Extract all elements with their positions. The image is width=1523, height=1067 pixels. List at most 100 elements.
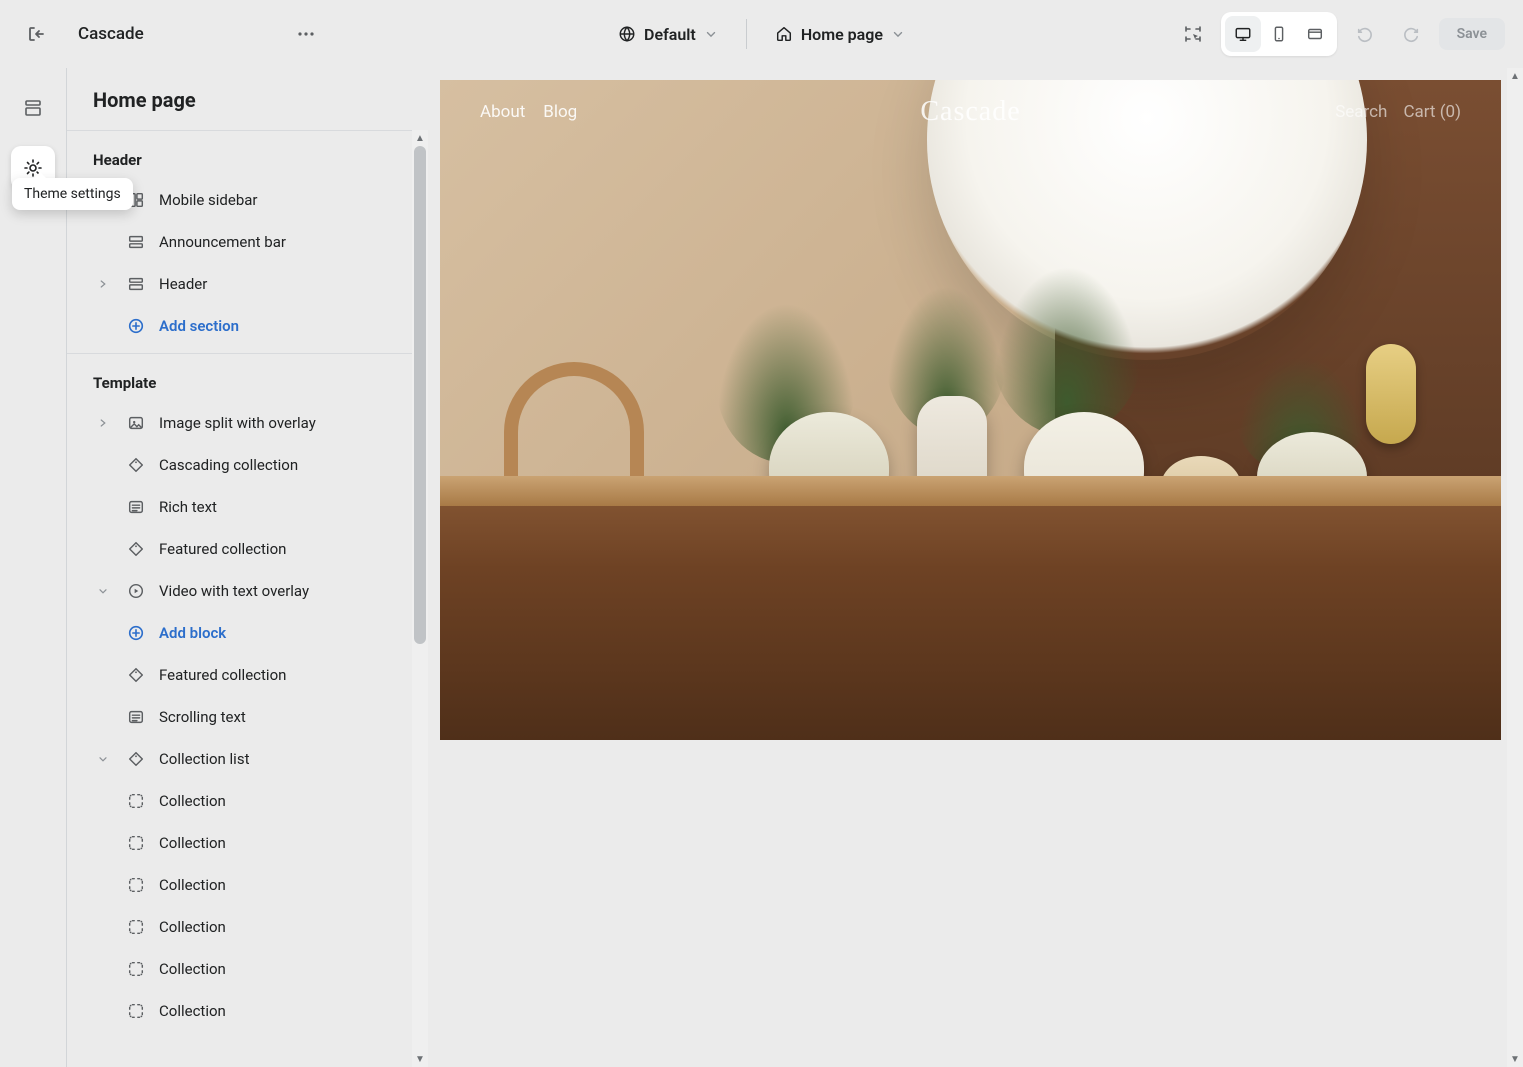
chevron-down-icon[interactable] xyxy=(93,753,113,765)
page-select[interactable]: Home page xyxy=(765,19,915,50)
section-row[interactable]: Featured collection xyxy=(67,654,428,696)
row-label: Announcement bar xyxy=(159,233,286,251)
chevron-down-icon xyxy=(891,27,905,41)
search-link[interactable]: Search xyxy=(1335,102,1387,122)
scroll-up-icon[interactable]: ▲ xyxy=(1507,68,1523,84)
video-icon xyxy=(125,582,147,600)
fullwidth-view-button[interactable] xyxy=(1297,16,1333,52)
nav-link-blog[interactable]: Blog xyxy=(543,102,577,122)
site-header: About Blog Cascade Search Cart (0) xyxy=(440,102,1501,122)
row-label: Featured collection xyxy=(159,540,286,558)
tag-icon xyxy=(125,666,147,684)
row-label: Add block xyxy=(159,624,226,642)
mobile-view-button[interactable] xyxy=(1261,16,1297,52)
nav-link-about[interactable]: About xyxy=(480,102,525,122)
left-rail: Theme settings xyxy=(0,68,66,1067)
preview-pane: About Blog Cascade Search Cart (0) ▲ ▼ xyxy=(428,68,1523,1067)
row-label: Rich text xyxy=(159,498,217,516)
topbar-center: Default Home page xyxy=(514,19,1010,50)
section-row[interactable]: Featured collection xyxy=(67,528,428,570)
block-icon xyxy=(125,918,147,936)
block-icon xyxy=(125,1002,147,1020)
section-row[interactable]: Video with text overlay xyxy=(67,570,428,612)
text-icon xyxy=(125,498,147,516)
section-row[interactable]: Collection xyxy=(67,780,428,822)
row-label: Scrolling text xyxy=(159,708,246,726)
topbar: Cascade Default Home page xyxy=(0,0,1523,68)
section-row[interactable]: Cascading collection xyxy=(67,444,428,486)
block-icon xyxy=(125,960,147,978)
site-nav: About Blog xyxy=(480,102,577,122)
section-row[interactable]: Collection xyxy=(67,948,428,990)
topbar-right: Save xyxy=(1009,12,1505,56)
site-right: Search Cart (0) xyxy=(1335,102,1461,122)
cart-link[interactable]: Cart (0) xyxy=(1403,102,1461,122)
table-illustration xyxy=(440,476,1501,740)
globe-icon xyxy=(618,25,636,43)
chevron-down-icon xyxy=(704,27,718,41)
section-row[interactable]: Scrolling text xyxy=(67,696,428,738)
inspector-icon[interactable] xyxy=(1175,16,1211,52)
row-label: Collection xyxy=(159,960,226,978)
home-icon xyxy=(775,25,793,43)
chevron-right-icon[interactable] xyxy=(93,417,113,429)
chevron-down-icon[interactable] xyxy=(93,585,113,597)
scroll-thumb[interactable] xyxy=(414,146,426,644)
chevron-right-icon[interactable] xyxy=(93,278,113,290)
block-icon xyxy=(125,792,147,810)
sidebar-group: TemplateImage split with overlay Cascadin… xyxy=(67,353,428,1038)
hero-image xyxy=(440,80,1501,740)
topbar-left: Cascade xyxy=(18,16,514,52)
locale-label: Default xyxy=(644,25,696,44)
row-label: Featured collection xyxy=(159,666,286,684)
row-label: Collection xyxy=(159,918,226,936)
section-row[interactable]: Image split with overlay xyxy=(67,402,428,444)
desktop-view-button[interactable] xyxy=(1225,16,1261,52)
sidebar-body: HeaderMobile sidebarAnnouncement barHead… xyxy=(67,130,428,1067)
header-icon xyxy=(125,275,147,293)
section-row[interactable]: Collection xyxy=(67,864,428,906)
locale-select[interactable]: Default xyxy=(608,19,728,50)
tag-icon xyxy=(125,456,147,474)
row-label: Mobile sidebar xyxy=(159,191,258,209)
divider xyxy=(746,19,747,49)
row-label: Collection xyxy=(159,1002,226,1020)
section-row[interactable]: Collection xyxy=(67,906,428,948)
preview-canvas[interactable]: About Blog Cascade Search Cart (0) xyxy=(440,80,1501,740)
sidebar-scrollbar[interactable]: ▲ ▼ xyxy=(412,130,428,1067)
plus-circle-icon xyxy=(125,624,147,642)
row-label: Video with text overlay xyxy=(159,582,309,600)
tag-icon xyxy=(125,750,147,768)
theme-settings-tooltip: Theme settings xyxy=(12,178,133,210)
section-row[interactable]: Announcement bar xyxy=(67,221,428,263)
sidebar-group: HeaderMobile sidebarAnnouncement barHead… xyxy=(67,130,428,353)
scroll-down-icon[interactable]: ▼ xyxy=(412,1051,428,1067)
sections-tab-icon[interactable] xyxy=(11,86,55,130)
save-button[interactable]: Save xyxy=(1439,18,1505,50)
exit-icon[interactable] xyxy=(18,16,54,52)
section-heading: Template xyxy=(67,368,428,402)
row-label: Collection xyxy=(159,834,226,852)
announcement-icon xyxy=(125,233,147,251)
scroll-up-icon[interactable]: ▲ xyxy=(412,130,428,146)
scroll-track[interactable] xyxy=(412,146,428,1051)
section-row[interactable]: Collection list xyxy=(67,738,428,780)
tag-icon xyxy=(125,540,147,558)
add-row[interactable]: Add block xyxy=(67,612,428,654)
sidebar: Home page HeaderMobile sidebarAnnounceme… xyxy=(66,68,428,1067)
section-row[interactable]: Rich text xyxy=(67,486,428,528)
site-logo[interactable]: Cascade xyxy=(920,96,1020,128)
scroll-down-icon[interactable]: ▼ xyxy=(1507,1051,1523,1067)
undo-icon[interactable] xyxy=(1347,16,1383,52)
redo-icon[interactable] xyxy=(1393,16,1429,52)
add-row[interactable]: Add section xyxy=(67,305,428,347)
row-label: Cascading collection xyxy=(159,456,298,474)
row-label: Collection list xyxy=(159,750,249,768)
section-row[interactable]: Header xyxy=(67,263,428,305)
section-row[interactable]: Collection xyxy=(67,822,428,864)
more-icon[interactable] xyxy=(288,16,324,52)
section-row[interactable]: Collection xyxy=(67,990,428,1032)
preview-scrollbar[interactable]: ▲ ▼ xyxy=(1507,68,1523,1067)
theme-name: Cascade xyxy=(78,24,144,44)
text-icon xyxy=(125,708,147,726)
